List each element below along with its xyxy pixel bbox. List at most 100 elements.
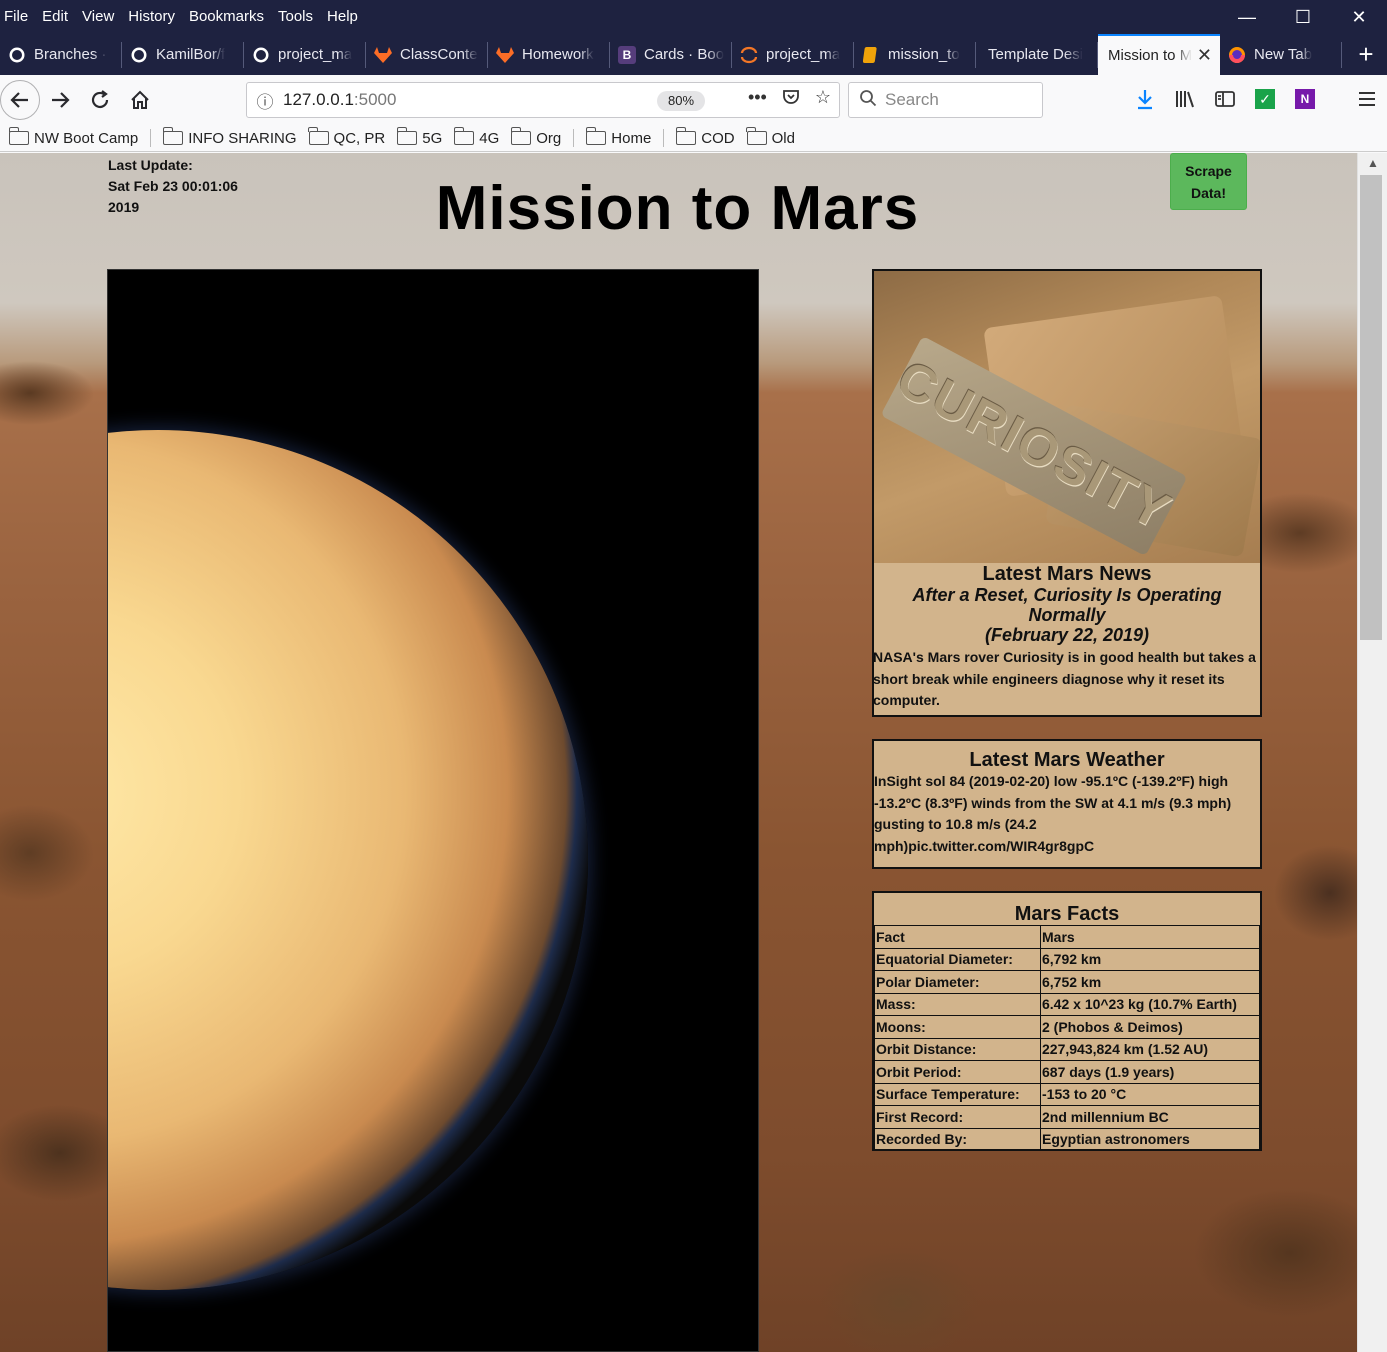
table-row: Orbit Distance: 227,943,824 km (1.52 AU) — [874, 1037, 1260, 1061]
table-row: Polar Diameter: 6,752 km — [874, 970, 1260, 994]
home-button[interactable] — [120, 80, 160, 120]
toolbar-right: ✓ N — [1130, 83, 1382, 115]
onenote-icon[interactable]: N — [1295, 89, 1315, 109]
bookmark-star-icon[interactable]: ☆ — [815, 87, 831, 112]
bookmark-folder[interactable]: Home — [585, 127, 652, 147]
maximize-icon[interactable]: ☐ — [1275, 0, 1331, 34]
github-icon — [252, 46, 270, 64]
tab-classcontent[interactable]: ClassConte — [366, 34, 488, 75]
bookmark-label: INFO SHARING — [188, 129, 297, 147]
bookmark-folder[interactable]: 4G — [453, 127, 499, 147]
menu-bookmarks[interactable]: Bookmarks — [182, 6, 271, 28]
download-icon[interactable] — [1130, 83, 1160, 115]
tab-title: KamilBor/f — [156, 46, 226, 63]
tab-template-design[interactable]: Template Desi — [976, 34, 1098, 75]
hamburger-menu-icon[interactable] — [1352, 83, 1382, 115]
tab-title: project_ma — [766, 46, 841, 63]
menu-tools[interactable]: Tools — [271, 6, 320, 28]
table-row: Moons: 2 (Phobos & Deimos) — [874, 1015, 1260, 1039]
search-icon — [859, 89, 877, 112]
scroll-up-arrow-icon[interactable]: ▲ — [1358, 153, 1387, 173]
folder-icon — [453, 127, 475, 145]
fact-value: 6,792 km — [1040, 947, 1260, 971]
reload-icon — [91, 90, 109, 109]
menu-file[interactable]: File — [0, 6, 35, 28]
close-icon[interactable]: ✕ — [1331, 0, 1387, 34]
firefox-icon — [1228, 46, 1246, 64]
new-tab-button[interactable]: + — [1346, 34, 1386, 75]
tab-title: New Tab — [1254, 46, 1313, 63]
search-bar[interactable]: Search — [848, 82, 1043, 118]
fact-label: Moons: — [874, 1015, 1041, 1039]
gitlab-icon — [374, 46, 392, 64]
fact-label: Surface Temperature: — [874, 1082, 1041, 1106]
folder-icon — [8, 127, 29, 145]
back-button[interactable] — [0, 80, 40, 120]
bookmark-folder[interactable]: NW Boot Camp — [8, 127, 138, 147]
page-actions-icon[interactable]: ••• — [748, 87, 767, 112]
page-scrollbar[interactable]: ▲ — [1357, 153, 1387, 1352]
back-arrow-icon — [10, 92, 28, 108]
url-bar[interactable]: ⓘ 127.0.0.1:5000 80% ••• ☆ — [246, 82, 840, 118]
bookmark-folder[interactable]: QC, PR — [308, 127, 386, 147]
minimize-icon[interactable]: — — [1219, 0, 1275, 34]
scrollbar-thumb[interactable] — [1360, 175, 1382, 640]
tab-mission-to-notebook[interactable]: mission_to — [854, 34, 976, 75]
pocket-icon[interactable] — [781, 87, 801, 112]
nav-bar: ⓘ 127.0.0.1:5000 80% ••• ☆ Search ✓ N — [0, 75, 1387, 125]
tab-project-ma-jupyter[interactable]: project_ma — [732, 34, 854, 75]
forward-arrow-icon — [52, 92, 70, 108]
reload-button[interactable] — [80, 80, 120, 120]
forward-button[interactable] — [40, 80, 80, 120]
zoom-level-badge[interactable]: 80% — [657, 91, 705, 111]
tab-branches[interactable]: Branches · — [0, 34, 122, 75]
bookmark-folder[interactable]: Old — [746, 127, 795, 147]
facts-table: Fact Mars Equatorial Diameter: 6,792 km Po… — [874, 925, 1260, 1151]
bookmark-label: Old — [771, 129, 795, 147]
window-controls: — ☐ ✕ — [1219, 0, 1387, 34]
fact-value: 6.42 x 10^23 kg (10.7% Earth) — [1040, 992, 1260, 1016]
checkmark-extension-icon[interactable]: ✓ — [1255, 89, 1275, 109]
bookmark-label: Home — [611, 129, 652, 147]
fact-label: First Record: — [874, 1105, 1041, 1129]
bookmark-label: QC, PR — [333, 129, 386, 147]
bootstrap-icon: B — [618, 45, 636, 64]
site-info-icon[interactable]: ⓘ — [247, 88, 283, 113]
url-text: 127.0.0.1:5000 — [283, 90, 396, 110]
sidebar-icon[interactable] — [1210, 83, 1240, 115]
tab-strip: Branches · KamilBor/f project_ma ClassCo… — [0, 34, 1387, 75]
fact-label: Fact — [874, 925, 1041, 949]
bookmark-folder[interactable]: COD — [675, 127, 735, 147]
tab-kamilbor[interactable]: KamilBor/f — [122, 34, 244, 75]
bookmarks-bar: NW Boot Camp INFO SHARING QC, PR 5G 4G O… — [0, 125, 1387, 152]
menu-view[interactable]: View — [75, 6, 121, 28]
tab-mission-to-mars[interactable]: Mission to M ✕ — [1098, 34, 1220, 75]
tab-title: Template Desi — [988, 46, 1084, 63]
tab-project-ma-github[interactable]: project_ma — [244, 34, 366, 75]
tab-homework[interactable]: Homework — [488, 34, 610, 75]
fact-label: Orbit Distance: — [874, 1037, 1041, 1061]
table-row: Surface Temperature: -153 to 20 °C — [874, 1082, 1260, 1106]
featured-mars-image — [107, 269, 759, 1352]
tab-new-tab[interactable]: New Tab — [1220, 34, 1342, 75]
bookmark-folder[interactable]: INFO SHARING — [162, 127, 297, 147]
github-icon — [8, 46, 26, 64]
folder-icon — [746, 127, 767, 145]
close-tab-icon[interactable]: ✕ — [1197, 45, 1212, 66]
page-title-text: Mission to Mars — [435, 174, 920, 243]
menu-bar: File Edit View History Bookmarks Tools H… — [0, 0, 1387, 34]
bookmark-label: COD — [701, 129, 735, 147]
menu-help[interactable]: Help — [320, 6, 365, 28]
bookmark-separator — [150, 129, 152, 147]
bookmark-folder[interactable]: 5G — [396, 127, 442, 147]
scrape-data-button[interactable]: Scrape Data! — [1170, 153, 1247, 210]
latest-weather-panel: Latest Mars Weather InSight sol 84 (2019… — [872, 739, 1262, 869]
library-icon[interactable] — [1170, 83, 1200, 115]
menu-history[interactable]: History — [121, 6, 182, 28]
url-host: 127.0.0.1 — [283, 90, 354, 109]
tab-cards-bootstrap[interactable]: B Cards · Boo — [610, 34, 732, 75]
fact-value: 2 (Phobos & Deimos) — [1040, 1015, 1260, 1039]
bookmark-folder[interactable]: Org — [510, 127, 561, 147]
search-placeholder: Search — [885, 90, 939, 109]
menu-edit[interactable]: Edit — [35, 6, 75, 28]
